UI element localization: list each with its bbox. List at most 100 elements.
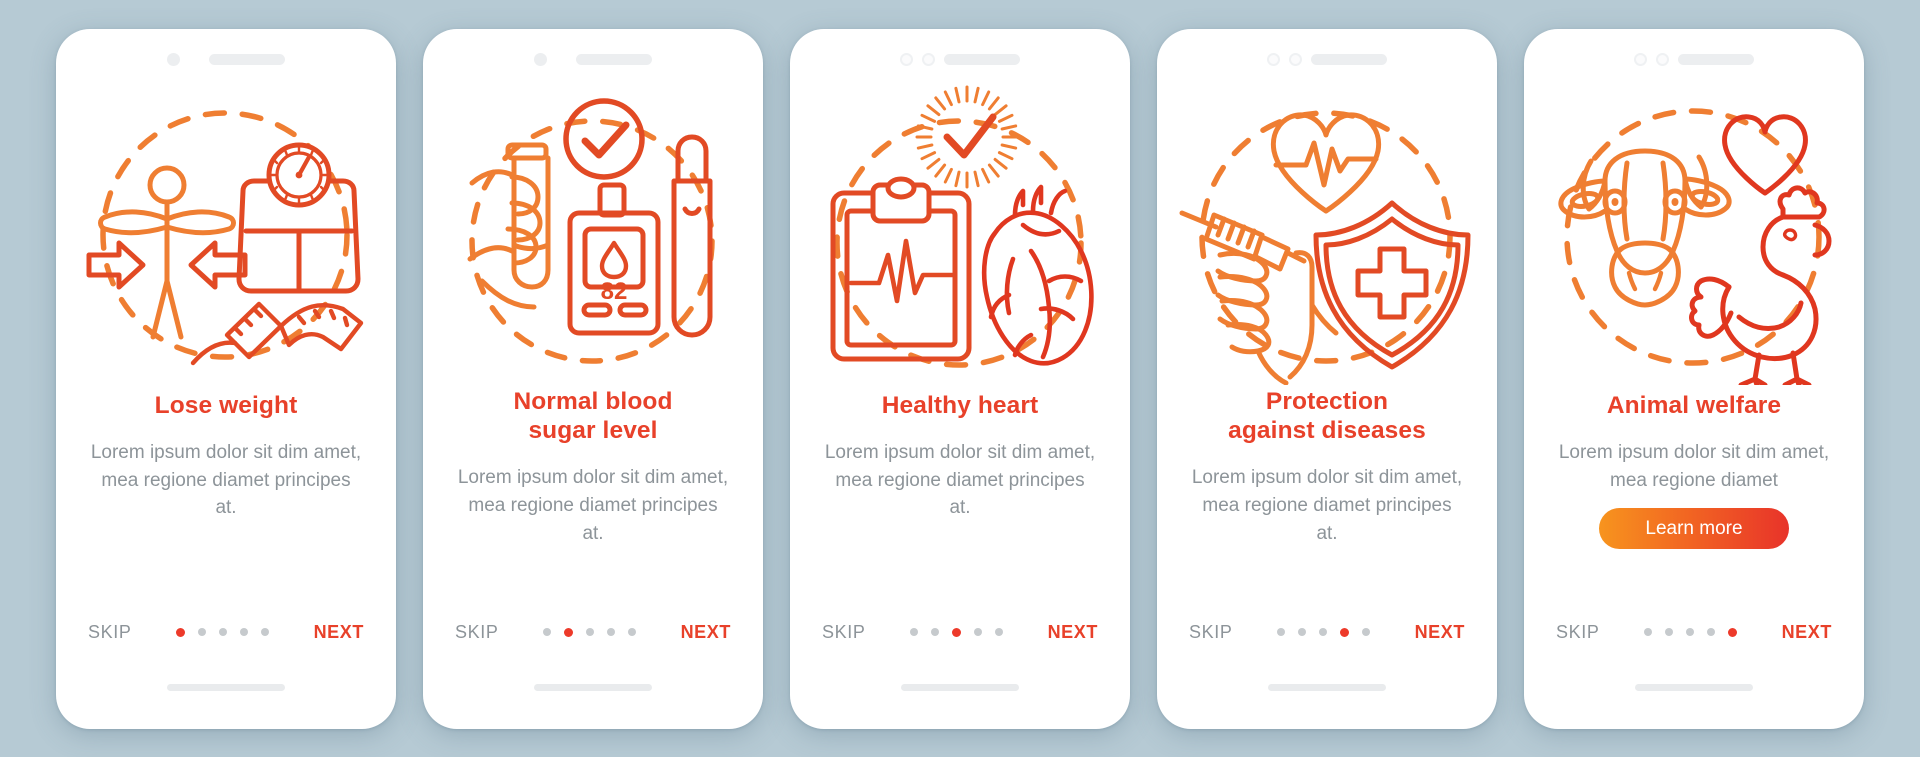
- step-dot[interactable]: [543, 628, 551, 636]
- home-indicator[interactable]: [1635, 683, 1753, 691]
- screen-title: Normal blood sugar level: [513, 387, 672, 446]
- step-dot[interactable]: [995, 628, 1003, 636]
- phone-status-bar: [78, 29, 374, 81]
- step-dot[interactable]: [240, 628, 248, 636]
- next-button[interactable]: NEXT: [1782, 622, 1832, 643]
- onboarding-screens-row: Lose weight Lorem ipsum dolor sit dim ame…: [0, 0, 1920, 757]
- step-dot[interactable]: [974, 628, 982, 636]
- skip-button[interactable]: SKIP: [822, 622, 865, 643]
- step-dot[interactable]: [910, 628, 918, 636]
- skip-button[interactable]: SKIP: [1556, 622, 1599, 643]
- next-button[interactable]: NEXT: [1415, 622, 1465, 643]
- skip-button[interactable]: SKIP: [88, 622, 131, 643]
- screen-description: Lorem ipsum dolor sit dim amet, mea regi…: [1558, 441, 1830, 491]
- svg-text:82: 82: [601, 278, 628, 305]
- step-dot[interactable]: [607, 628, 615, 636]
- onboarding-screen-3: Healthy heart Lorem ipsum dolor sit dim a…: [790, 28, 1130, 729]
- screen-description: Lorem ipsum dolor sit dim amet, mea regi…: [1191, 467, 1463, 544]
- step-indicator: [543, 627, 636, 637]
- animal-welfare-illustration: [1543, 85, 1845, 385]
- onboarding-nav: SKIP NEXT: [790, 622, 1130, 643]
- next-button[interactable]: NEXT: [681, 622, 731, 643]
- screen-title-line: Lose weight: [154, 391, 298, 419]
- home-indicator[interactable]: [534, 683, 652, 691]
- step-dot-active[interactable]: [952, 627, 961, 637]
- onboarding-nav: SKIP NEXT: [1524, 622, 1864, 643]
- step-dot[interactable]: [219, 628, 227, 636]
- sensor-icon: [922, 53, 935, 66]
- screen-description: Lorem ipsum dolor sit dim amet, mea regi…: [457, 467, 729, 544]
- next-button[interactable]: NEXT: [314, 622, 364, 643]
- onboarding-screen-4: Protection against diseases Lorem ipsum do…: [1157, 28, 1497, 729]
- screen-title-line: Healthy heart: [881, 391, 1039, 419]
- speaker-grill-icon: [944, 54, 1020, 65]
- screen-description: Lorem ipsum dolor sit dim amet, mea regi…: [90, 441, 362, 519]
- step-dot[interactable]: [931, 628, 939, 636]
- step-dot[interactable]: [1319, 628, 1327, 636]
- lose-weight-illustration: [75, 85, 377, 385]
- camera-icon: [167, 53, 180, 66]
- screen-copy: Animal welfare Lorem ipsum dolor sit dim …: [1546, 385, 1842, 550]
- status-bar-gap: [556, 59, 567, 60]
- speaker-grill-icon: [1678, 54, 1754, 65]
- step-dot[interactable]: [1277, 628, 1285, 636]
- screen-title-line: Animal welfare: [1606, 391, 1782, 419]
- camera-icon: [1634, 53, 1647, 66]
- healthy-heart-illustration: [809, 85, 1111, 385]
- step-dot[interactable]: [198, 628, 206, 636]
- skip-button[interactable]: SKIP: [455, 622, 498, 643]
- step-dot[interactable]: [586, 628, 594, 636]
- sensor-icon: [1289, 53, 1302, 66]
- screen-title: Healthy heart: [882, 391, 1039, 420]
- status-bar-gap: [189, 59, 200, 60]
- step-indicator: [176, 627, 269, 637]
- step-dot-active[interactable]: [564, 627, 573, 637]
- screen-copy: Lose weight Lorem ipsum dolor sit dim ame…: [78, 385, 374, 523]
- phone-status-bar: [1546, 29, 1842, 81]
- onboarding-screen-2: 82 Normal blood sugar level Lorem ipsum do…: [423, 28, 763, 729]
- screen-title-line: against diseases: [1228, 416, 1426, 444]
- phone-status-bar: [445, 29, 741, 81]
- step-dot[interactable]: [1362, 628, 1370, 636]
- screen-copy: Protection against diseases Lorem ipsum do…: [1179, 385, 1475, 548]
- camera-icon: [534, 53, 547, 66]
- sensor-icon: [1656, 53, 1669, 66]
- screen-title-line: sugar level: [528, 416, 658, 444]
- step-indicator: [1277, 627, 1370, 637]
- step-dot[interactable]: [1686, 628, 1694, 636]
- learn-more-button[interactable]: Learn more: [1599, 508, 1789, 550]
- step-dot[interactable]: [1298, 628, 1306, 636]
- onboarding-screen-1: Lose weight Lorem ipsum dolor sit dim ame…: [56, 28, 396, 729]
- home-indicator[interactable]: [167, 683, 285, 691]
- step-dot[interactable]: [261, 628, 269, 636]
- screen-title: Protection against diseases: [1228, 387, 1426, 446]
- screen-title: Lose weight: [155, 391, 298, 420]
- step-dot[interactable]: [1644, 628, 1652, 636]
- screen-title-line: Normal blood: [513, 387, 673, 415]
- camera-icon: [900, 53, 913, 66]
- phone-status-bar: [1179, 29, 1475, 81]
- step-dot[interactable]: [1665, 628, 1673, 636]
- screen-copy: Normal blood sugar level Lorem ipsum dolor…: [445, 385, 741, 548]
- step-dot[interactable]: [628, 628, 636, 636]
- step-dot-active[interactable]: [176, 627, 185, 637]
- speaker-grill-icon: [209, 54, 285, 65]
- onboarding-nav: SKIP NEXT: [56, 622, 396, 643]
- protection-illustration: [1176, 85, 1478, 385]
- onboarding-nav: SKIP NEXT: [1157, 622, 1497, 643]
- speaker-grill-icon: [576, 54, 652, 65]
- screen-copy: Healthy heart Lorem ipsum dolor sit dim a…: [812, 385, 1108, 523]
- speaker-grill-icon: [1311, 54, 1387, 65]
- next-button[interactable]: NEXT: [1048, 622, 1098, 643]
- onboarding-nav: SKIP NEXT: [423, 622, 763, 643]
- home-indicator[interactable]: [1268, 683, 1386, 691]
- screen-title: Animal welfare: [1607, 391, 1781, 420]
- step-indicator: [1644, 627, 1737, 637]
- blood-sugar-illustration: 82: [442, 85, 744, 385]
- phone-status-bar: [812, 29, 1108, 81]
- step-dot-active[interactable]: [1340, 627, 1349, 637]
- step-dot-active[interactable]: [1728, 627, 1737, 637]
- home-indicator[interactable]: [901, 683, 1019, 691]
- skip-button[interactable]: SKIP: [1189, 622, 1232, 643]
- step-dot[interactable]: [1707, 628, 1715, 636]
